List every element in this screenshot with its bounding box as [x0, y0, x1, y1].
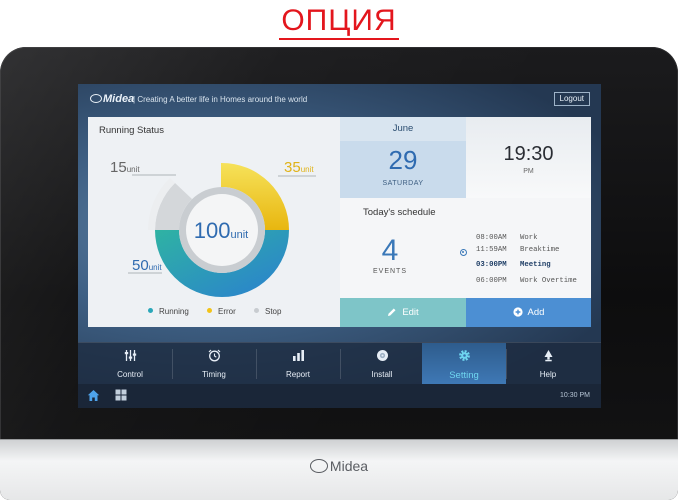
- legend-dot-stop: [254, 308, 259, 313]
- banner: ОПЦИЯ: [0, 0, 678, 46]
- schedule-card: Today's schedule 4 EVENTS 08:00AM Work 11…: [340, 198, 591, 298]
- nav-label-setting: Setting: [449, 370, 479, 381]
- nav-item-timing[interactable]: Timing: [172, 343, 256, 385]
- time-card: 19:30 PM: [466, 117, 591, 198]
- date-card[interactable]: June 29 SATURDAY: [340, 117, 466, 198]
- clock-time: 19:30: [503, 143, 554, 165]
- error-value: 35: [284, 159, 301, 176]
- legend-dot-running: [148, 308, 153, 313]
- apps-grid-icon[interactable]: [115, 389, 127, 401]
- dashboard-panel: Running Status 100unit 15unit 35unit 50u…: [88, 117, 591, 327]
- total-unit: unit: [230, 229, 248, 241]
- clock-ampm: PM: [523, 168, 534, 175]
- schedule-item-name: Meeting: [520, 261, 551, 269]
- legend-label-stop: Stop: [265, 307, 282, 316]
- events-label: EVENTS: [372, 268, 407, 275]
- running-status-donut: 100unit 15unit 35unit 50unit: [110, 159, 316, 297]
- gear-icon: [459, 350, 470, 361]
- svg-text:35unit: 35unit: [284, 159, 314, 176]
- slogan: | Creating A better life in Homes around…: [133, 95, 308, 104]
- nav-item-report[interactable]: Report: [256, 343, 340, 385]
- add-button[interactable]: Add: [466, 298, 591, 327]
- svg-text:15unit: 15unit: [110, 159, 140, 176]
- brand-logo: Midea: [90, 93, 134, 105]
- edit-button[interactable]: Edit: [340, 298, 466, 327]
- device-bezel-bottom: Midea: [0, 439, 678, 500]
- sliders-icon: [124, 350, 137, 361]
- nav-label-timing: Timing: [202, 370, 226, 379]
- legend-label-error: Error: [218, 307, 236, 316]
- nav-item-control[interactable]: Control: [88, 343, 172, 385]
- nav-label-control: Control: [117, 370, 143, 379]
- total-value: 100: [194, 218, 231, 243]
- stop-value: 15: [110, 159, 127, 176]
- schedule-item-time: 03:00PM: [476, 261, 507, 269]
- nav-item-help[interactable]: Help: [506, 343, 590, 385]
- plus-circle-icon: [512, 307, 523, 317]
- date-month: June: [340, 117, 466, 141]
- disc-icon: [377, 350, 388, 361]
- error-unit: unit: [301, 165, 315, 174]
- running-status-card: Running Status 100unit 15unit 35unit 50u…: [88, 117, 340, 327]
- nav-label-report: Report: [285, 370, 310, 379]
- legend-label-running: Running: [159, 307, 189, 316]
- legend-item-stop: Stop: [254, 307, 281, 316]
- logout-button[interactable]: Logout: [553, 92, 590, 106]
- status-bar-time: 10:30 PM: [560, 392, 590, 399]
- brand-name: Midea: [103, 93, 135, 105]
- lamp-icon: [544, 350, 553, 362]
- schedule-item-name: Breaktime: [520, 246, 560, 254]
- banner-title: ОПЦИЯ: [279, 4, 399, 40]
- nav-item-setting[interactable]: Setting: [422, 343, 506, 385]
- pencil-icon: [388, 308, 396, 316]
- schedule-item-time: 06:00PM: [476, 277, 507, 285]
- schedule-item-name: Work: [520, 234, 538, 242]
- date-day: 29: [388, 145, 418, 175]
- device-logo: Midea: [0, 458, 678, 474]
- legend-item-error: Error: [207, 307, 236, 316]
- screen: Midea | Creating A better life in Homes …: [78, 84, 601, 408]
- edit-button-label: Edit: [402, 307, 419, 318]
- date-weekday: SATURDAY: [382, 180, 424, 187]
- device-brand-name: Midea: [329, 458, 369, 474]
- active-event-marker-icon: [460, 249, 467, 256]
- schedule-title: Today's schedule: [363, 207, 436, 218]
- running-value: 50: [132, 257, 149, 274]
- device-midea-logo-icon: [309, 459, 328, 473]
- midea-logo-icon: [90, 94, 102, 103]
- events-count: 4: [381, 234, 399, 267]
- legend-item-running: Running: [148, 307, 189, 316]
- home-icon[interactable]: [87, 389, 100, 402]
- nav-bar: Control Timing Report Install Setting He…: [78, 342, 601, 385]
- status-bar: 10:30 PM: [78, 384, 601, 408]
- nav-label-help: Help: [539, 370, 557, 379]
- slogan-text: Creating A better life in Homes around t…: [137, 95, 308, 104]
- device-frame: Midea | Creating A better life in Homes …: [0, 47, 678, 500]
- stop-unit: unit: [127, 165, 141, 174]
- top-bar: Midea | Creating A better life in Homes …: [78, 84, 601, 114]
- add-button-label: Add: [527, 307, 545, 318]
- legend-dot-error: [207, 308, 212, 313]
- running-unit: unit: [149, 263, 163, 272]
- nav-label-install: Install: [371, 370, 393, 379]
- schedule-item-time: 08:00AM: [476, 234, 507, 242]
- svg-text:50unit: 50unit: [132, 257, 162, 274]
- nav-item-install[interactable]: Install: [340, 343, 424, 385]
- schedule-item-time: 11:59AM: [476, 246, 507, 254]
- alarm-clock-icon: [208, 349, 221, 362]
- bar-chart-icon: [293, 350, 304, 361]
- schedule-item-name: Work Overtime: [520, 277, 577, 285]
